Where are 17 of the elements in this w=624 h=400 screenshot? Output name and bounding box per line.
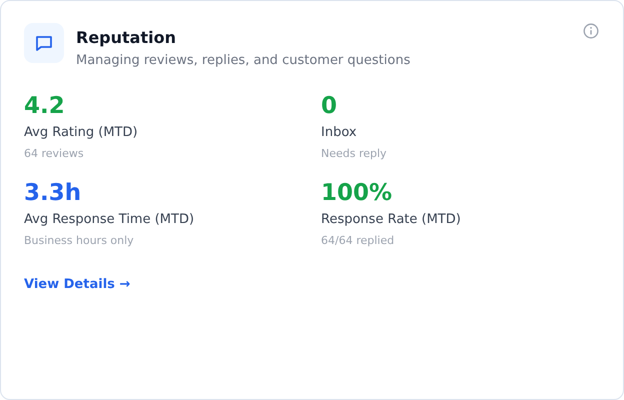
metric-label: Response Rate (MTD) <box>321 212 461 227</box>
metric-note: 64/64 replied <box>321 234 394 247</box>
metric-note: Needs reply <box>321 147 387 160</box>
card-subtitle: Managing reviews, replies, and customer questions <box>76 53 410 68</box>
metric-value: 3.3h <box>24 179 82 207</box>
metric-value: 100% <box>321 179 392 207</box>
metric-value: 4.2 <box>24 92 65 120</box>
metric-label: Avg Rating (MTD) <box>24 125 138 140</box>
metric-note: 64 reviews <box>24 147 84 160</box>
card-title: Reputation <box>76 28 177 47</box>
metric-label: Inbox <box>321 125 357 140</box>
view-details-link[interactable]: View Details → <box>24 277 130 292</box>
metric-label: Avg Response Time (MTD) <box>24 212 194 227</box>
metric-value: 0 <box>321 92 338 120</box>
metric-note: Business hours only <box>24 234 134 247</box>
info-icon[interactable] <box>583 23 599 39</box>
chat-icon <box>24 23 64 63</box>
